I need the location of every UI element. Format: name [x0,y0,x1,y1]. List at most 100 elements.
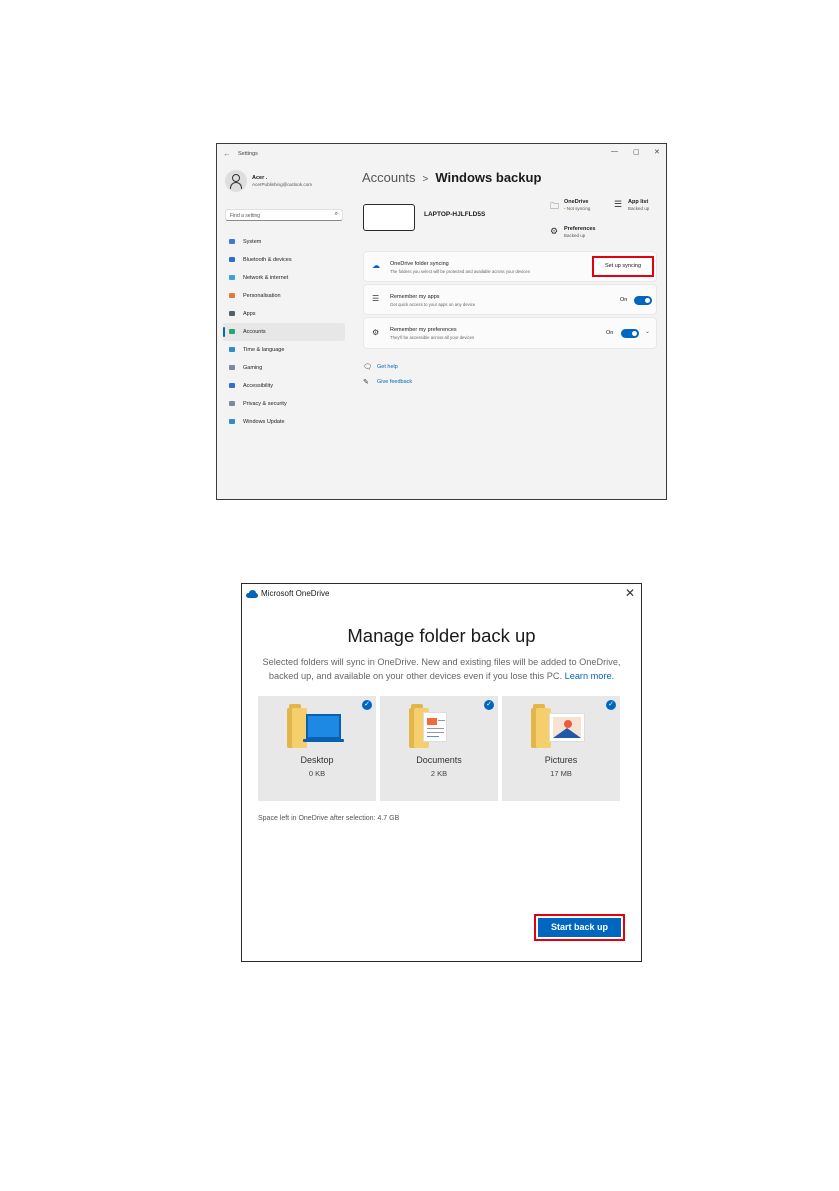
settings-window: ← Settings — ▢ ✕ Acer . AcerPublishing@o… [216,143,667,500]
folder-size: 2 KB [430,769,448,778]
sidebar-item-label: Windows Update [243,418,285,425]
learn-more-link[interactable]: Learn more. [565,671,615,681]
sidebar-item-apps[interactable]: Apps [223,305,345,323]
folder-tile-documents[interactable]: ✓ Documents 2 KB [380,696,498,801]
minimize-icon[interactable]: — [611,148,618,155]
avatar [225,170,247,192]
breadcrumb-separator: > [422,174,429,185]
remember-apps-toggle[interactable] [634,296,652,305]
feedback-icon: ✎ [363,379,369,386]
give-feedback-label: Give feedback [377,379,413,385]
user-name: Acer . [252,175,268,181]
sidebar-item-windows-update[interactable]: Windows Update [223,413,345,431]
start-back-up-button[interactable]: Start back up [534,914,625,941]
sidebar-item-label: Accessibility [243,382,273,389]
status-dot: • [564,206,566,211]
document-icon [423,712,447,742]
get-help-label: Get help [377,364,398,370]
remember-preferences-toggle-label: On [606,330,614,336]
system-icon [229,239,235,244]
checkmark-icon[interactable]: ✓ [606,700,616,710]
onedrive-logo-icon [246,590,258,598]
chevron-down-icon[interactable]: ⌄ [645,328,650,335]
page-title: Windows backup [435,170,542,185]
sidebar-item-system[interactable]: System [223,233,345,251]
sidebar-item-label: Gaming [243,364,263,371]
checkmark-icon[interactable]: ✓ [362,700,372,710]
search-input[interactable]: Find a setting ⌕ [225,209,343,221]
folder-name: Documents [416,755,462,765]
search-icon: ⌕ [334,211,338,217]
sidebar-item-time-language[interactable]: Time & language [223,341,345,359]
sidebar-item-label: System [243,238,262,245]
sidebar-item-label: Personalisation [243,292,281,299]
update-icon [229,419,235,424]
device-image [363,204,415,231]
clock-icon [229,347,235,352]
preferences-title: Preferences [564,226,596,232]
onedrive-status-title: OneDrive [564,199,589,205]
maximize-icon[interactable]: ▢ [633,148,640,156]
onedrive-window: Microsoft OneDrive ✕ Manage folder back … [241,583,642,962]
breadcrumb-accounts[interactable]: Accounts [362,170,415,185]
remember-apps-title: Remember my apps [390,294,440,300]
folder-name: Desktop [300,755,334,765]
onedrive-cloud-icon: ☁ [372,261,380,270]
preferences-gear-icon: ⚙ [372,328,380,337]
title-bar: ← Settings — ▢ ✕ [217,144,666,166]
remember-preferences-title: Remember my preferences [390,327,457,333]
dialog-description: Selected folders will sync in OneDrive. … [254,655,629,683]
folder-syncing-title: OneDrive folder syncing [390,261,449,267]
laptop-icon [306,714,341,739]
folder-size: 0 KB [308,769,326,778]
remember-preferences-toggle[interactable] [621,329,639,338]
set-up-syncing-button[interactable]: Set up syncing [592,256,654,277]
checkmark-icon[interactable]: ✓ [484,700,494,710]
folder-icon: 🗀 [550,201,560,211]
remember-apps-toggle-label: On [620,297,628,303]
user-email: AcerPublishing@outlook.com [252,182,313,187]
gaming-icon [229,365,235,370]
apps-icon [229,311,235,316]
search-placeholder: Find a setting [230,212,261,219]
folder-syncing-subtitle: The folders you select will be protected… [390,269,530,274]
sidebar-item-accessibility[interactable]: Accessibility [223,377,345,395]
sidebar-item-gaming[interactable]: Gaming [223,359,345,377]
sidebar-item-label: Bluetooth & devices [243,256,292,263]
dialog-heading: Manage folder back up [347,625,536,646]
start-back-up-label: Start back up [538,918,621,937]
bluetooth-icon [229,257,235,262]
folder-size: 17 MB [550,769,572,778]
remember-preferences-subtitle: They'll be accessible across all your de… [390,335,475,340]
shield-icon [229,401,235,406]
folder-tile-pictures[interactable]: ✓ Pictures 17 MB [502,696,620,801]
breadcrumb: Accounts > Windows backup [362,170,541,185]
picture-icon [549,713,585,742]
sidebar-item-label: Accounts [243,328,266,335]
sidebar-item-label: Time & language [243,346,285,353]
remember-apps-subtitle: Get quick access to your apps on any dev… [390,302,476,307]
remember-preferences-card: ⚙ Remember my preferences They'll be acc… [363,317,657,349]
sidebar-item-network-internet[interactable]: Network & internet [223,269,345,287]
folder-name: Pictures [544,755,578,765]
sidebar-item-privacy-security[interactable]: Privacy & security [223,395,345,413]
list-icon: ☰ [614,199,623,209]
sidebar-item-bluetooth-devices[interactable]: Bluetooth & devices [223,251,345,269]
accessibility-icon [229,383,235,388]
sidebar-item-personalisation[interactable]: Personalisation [223,287,345,305]
onedrive-status-text: Not syncing [566,206,591,211]
preferences-text: Backed up [564,233,586,238]
back-arrow-icon[interactable]: ← [223,149,231,158]
device-name: LAPTOP-HJLFLD5S [424,211,486,218]
close-icon[interactable]: ✕ [625,586,635,600]
apps-list-icon: ☰ [372,294,380,303]
sidebar-item-label: Privacy & security [243,400,287,407]
sidebar-item-accounts[interactable]: Accounts [223,323,345,341]
sidebar-item-label: Apps [243,310,256,317]
sidebar-nav: System Bluetooth & devices Network & inter… [223,233,345,431]
network-icon [229,275,235,280]
close-icon[interactable]: ✕ [654,148,660,156]
title-bar: Microsoft OneDrive ✕ [242,584,641,606]
folder-tile-desktop[interactable]: ✓ Desktop 0 KB [258,696,376,801]
accounts-icon [229,329,235,334]
